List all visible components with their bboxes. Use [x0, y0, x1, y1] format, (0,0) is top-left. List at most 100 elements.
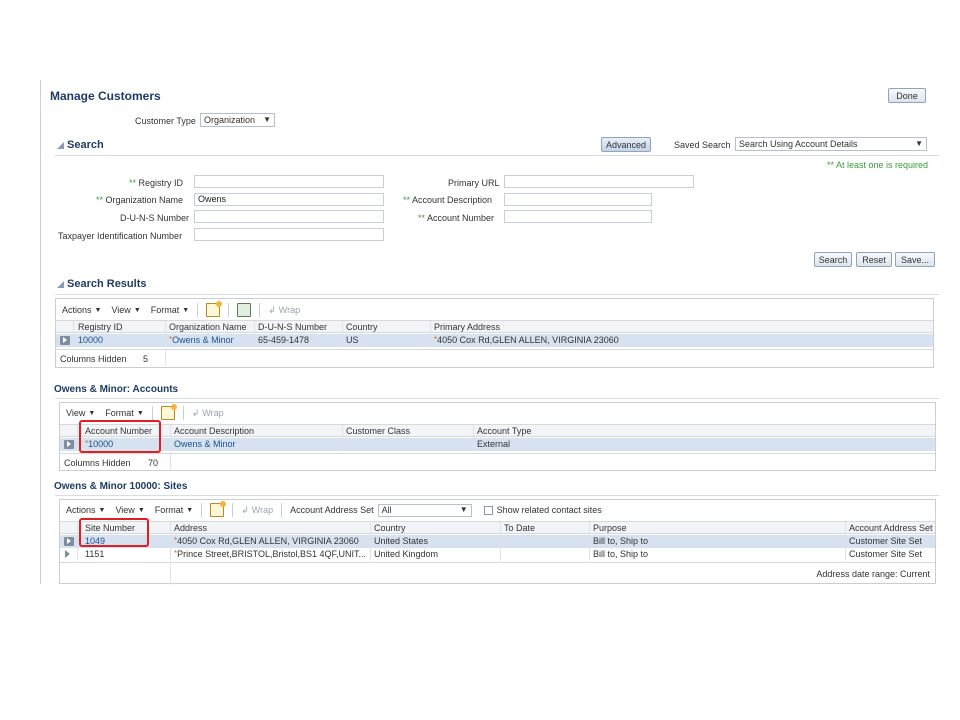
search-results-title: Search Results: [67, 278, 147, 290]
table-row[interactable]: *10000 Owens & Minor External: [60, 438, 935, 451]
row-selector[interactable]: [60, 438, 78, 451]
format-menu[interactable]: Format ▼: [155, 505, 193, 515]
divider: [55, 398, 939, 399]
registry-id-label: ** Registry ID: [129, 178, 184, 188]
divider: [55, 495, 939, 496]
export-icon[interactable]: [237, 303, 252, 317]
column-header[interactable]: Country: [343, 321, 431, 334]
new-icon[interactable]: [206, 301, 223, 317]
save-button[interactable]: Save...: [895, 252, 935, 267]
primary-url-label: Primary URL: [448, 178, 500, 188]
duns-cell: 65-459-1478: [255, 334, 343, 347]
results-header-row: Registry ID Organization Name D-U-N-S Nu…: [56, 320, 933, 334]
account-description-cell: Owens & Minor: [171, 438, 343, 451]
advanced-button[interactable]: Advanced: [601, 137, 651, 152]
toolbar-separator: [201, 503, 203, 517]
column-header[interactable]: Address: [171, 522, 371, 535]
registry-id-input[interactable]: [194, 175, 384, 188]
table-row[interactable]: 1049 *4050 Cox Rd,GLEN ALLEN, VIRGINIA 2…: [60, 535, 935, 548]
toolbar-separator: [232, 503, 234, 517]
required-note: ** At least one is required: [827, 160, 929, 170]
country-cell: US: [343, 334, 431, 347]
search-results-table: Actions ▼ View ▼ Format ▼ ↲ Wrap Registry ID…: [55, 298, 934, 368]
toolbar-separator: [259, 303, 261, 317]
format-menu[interactable]: Format ▼: [151, 305, 189, 315]
customer-type-select[interactable]: Organization ▼: [200, 113, 275, 127]
new-icon[interactable]: [210, 501, 227, 517]
chevron-down-icon: ▼: [915, 139, 923, 148]
organization-name-input[interactable]: Owens: [194, 193, 384, 206]
row-selector[interactable]: [60, 535, 78, 548]
purpose-cell: Bill to, Ship to: [590, 548, 846, 561]
row-selector[interactable]: [56, 334, 74, 347]
actions-menu[interactable]: Actions ▼: [62, 305, 101, 315]
column-header[interactable]: Organization Name: [166, 321, 255, 334]
column-header[interactable]: Purpose: [590, 522, 846, 535]
column-header[interactable]: Country: [371, 522, 501, 535]
column-header[interactable]: Registry ID: [75, 321, 166, 334]
wrap-button[interactable]: ↲ Wrap: [241, 505, 273, 516]
account-number-input[interactable]: [504, 210, 652, 223]
wrap-icon: ↲: [268, 304, 276, 315]
account-address-set-select[interactable]: All ▼: [377, 503, 472, 517]
registry-id-cell: 10000: [75, 334, 166, 347]
chevron-down-icon: ▼: [459, 504, 468, 514]
taxpayer-input[interactable]: [194, 228, 384, 241]
wrap-icon: ↲: [241, 504, 249, 515]
view-menu[interactable]: View ▼: [111, 305, 140, 315]
to-date-cell: [501, 548, 590, 561]
row-selector[interactable]: [60, 548, 78, 561]
done-button[interactable]: Done: [888, 88, 926, 103]
new-icon[interactable]: [160, 404, 177, 420]
collapse-search-icon[interactable]: [57, 142, 64, 149]
collapse-results-icon[interactable]: [57, 281, 64, 288]
column-header[interactable]: Primary Address: [431, 321, 933, 334]
duns-input[interactable]: [194, 210, 384, 223]
column-header[interactable]: Customer Class: [343, 425, 474, 438]
view-menu[interactable]: View ▼: [115, 505, 144, 515]
address-cell: *Prince Street,BRISTOL,Bristol,BS1 4QF,U…: [171, 548, 371, 561]
highlight-site-number: [79, 518, 149, 547]
organization-name-label: ** Organization Name: [96, 195, 184, 205]
show-related-checkbox[interactable]: [483, 505, 493, 515]
table-row[interactable]: 10000 *Owens & Minor 65-459-1478 US *405…: [56, 334, 933, 347]
divider: [55, 294, 939, 295]
reset-button[interactable]: Reset: [856, 252, 892, 267]
column-header[interactable]: Account Description: [171, 425, 343, 438]
column-header[interactable]: D-U-N-S Number: [255, 321, 343, 334]
customer-class-cell: [343, 438, 474, 451]
account-number-label: ** Account Number: [418, 213, 495, 223]
format-menu[interactable]: Format ▼: [105, 408, 143, 418]
divider: [165, 350, 166, 366]
columns-hidden-label: Columns Hidden: [64, 458, 131, 468]
view-menu[interactable]: View ▼: [66, 408, 95, 418]
chevron-down-icon: ▼: [263, 115, 271, 124]
table-row[interactable]: 1151 *Prince Street,BRISTOL,Bristol,BS1 …: [60, 548, 935, 561]
column-header[interactable]: Account Type: [474, 425, 935, 438]
wrap-button[interactable]: ↲ Wrap: [192, 408, 224, 419]
column-header[interactable]: Account Address Set: [846, 522, 935, 535]
toolbar-separator: [151, 406, 153, 420]
duns-label: D-U-N-S Number: [120, 213, 190, 223]
actions-menu[interactable]: Actions ▼: [66, 505, 105, 515]
toolbar-separator: [281, 503, 283, 517]
expand-icon: [65, 550, 70, 558]
show-related-contact-sites[interactable]: Show related contact sites: [483, 505, 602, 515]
primary-url-input[interactable]: [504, 175, 694, 188]
column-header[interactable]: To Date: [501, 522, 590, 535]
wrap-button[interactable]: ↲ Wrap: [268, 305, 300, 316]
address-cell: *4050 Cox Rd,GLEN ALLEN, VIRGINIA 23060: [171, 535, 371, 548]
saved-search-select[interactable]: Search Using Account Details ▼: [735, 137, 927, 151]
accounts-header-row: Account Number Account Description Custo…: [60, 424, 935, 438]
primary-address-cell: *4050 Cox Rd,GLEN ALLEN, VIRGINIA 23060: [434, 335, 619, 345]
search-button[interactable]: Search: [814, 252, 852, 267]
accounts-toolbar: View ▼ Format ▼ ↲ Wrap: [60, 403, 935, 423]
manage-customers-page: Manage Customers Done Customer Type Orga…: [40, 80, 939, 585]
sites-section-title: Owens & Minor 10000: Sites: [54, 481, 188, 492]
sites-table: Actions ▼ View ▼ Format ▼ ↲ Wrap Account Add…: [59, 499, 936, 585]
organization-name-cell[interactable]: *Owens & Minor: [166, 334, 255, 347]
expand-icon: [64, 440, 74, 449]
site-number-cell[interactable]: 1151: [82, 548, 171, 561]
divider: [170, 563, 171, 585]
account-description-input[interactable]: [504, 193, 652, 206]
